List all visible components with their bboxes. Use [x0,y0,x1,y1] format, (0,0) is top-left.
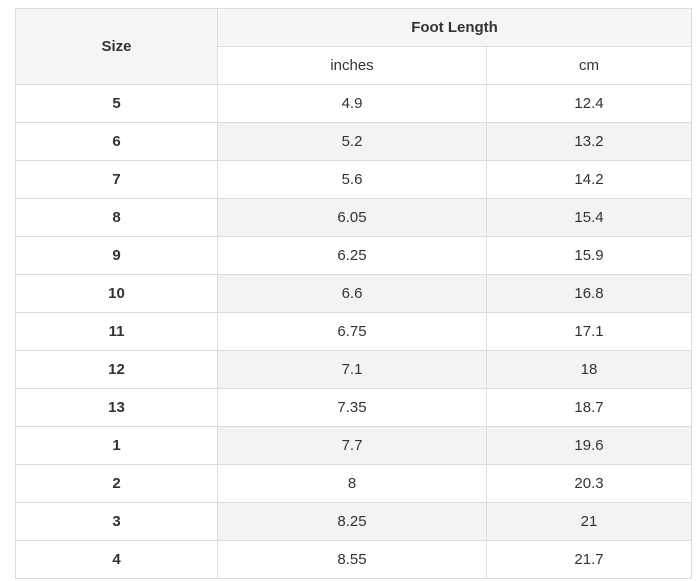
table-row: 10 6.6 16.8 [15,274,693,313]
table-row: 12 7.1 18 [15,350,693,389]
table-row: 11 6.75 17.1 [15,312,693,351]
table-row: 3 8.25 21 [15,502,693,541]
size-column-header: Size [15,8,218,85]
size-cell: 13 [15,388,218,427]
cm-cell: 21 [485,502,693,541]
inches-cell: 7.7 [217,426,487,465]
size-cell: 11 [15,312,218,351]
cm-cell: 15.9 [485,236,693,275]
cm-column-header: cm [485,46,693,85]
table-row: 7 5.6 14.2 [15,160,693,199]
size-cell: 7 [15,160,218,199]
table-row: 1 7.7 19.6 [15,426,693,465]
inches-cell: 8 [217,464,487,503]
size-cell: 5 [15,84,218,123]
table-row: 5 4.9 12.4 [15,84,693,123]
cm-cell: 17.1 [485,312,693,351]
cm-cell: 21.7 [485,540,693,579]
size-cell: 6 [15,122,218,161]
inches-cell: 5.2 [217,122,487,161]
table-row: 8 6.05 15.4 [15,198,693,237]
table-row: 4 8.55 21.7 [15,540,693,579]
size-cell: 3 [15,502,218,541]
inches-cell: 4.9 [217,84,487,123]
size-chart-body: 5 4.9 12.4 6 5.2 13.2 7 5.6 14.2 8 6.05 15.4 9 6.25 15… [15,84,693,579]
size-cell: 10 [15,274,218,313]
cm-cell: 13.2 [485,122,693,161]
inches-cell: 6.75 [217,312,487,351]
cm-cell: 18 [485,350,693,389]
foot-length-header: Foot Length [216,8,693,47]
cm-cell: 16.8 [485,274,693,313]
cm-cell: 15.4 [485,198,693,237]
inches-cell: 7.1 [217,350,487,389]
size-cell: 8 [15,198,218,237]
table-row: 6 5.2 13.2 [15,122,693,161]
cm-cell: 20.3 [485,464,693,503]
inches-cell: 8.25 [217,502,487,541]
size-chart-table: Size Foot Length inches cm 5 4.9 12.4 6 5.2 1… [15,8,693,579]
cm-cell: 18.7 [485,388,693,427]
inches-cell: 6.05 [217,198,487,237]
inches-cell: 6.6 [217,274,487,313]
size-cell: 1 [15,426,218,465]
size-cell: 9 [15,236,218,275]
inches-cell: 7.35 [217,388,487,427]
inches-cell: 6.25 [217,236,487,275]
inches-column-header: inches [217,46,487,85]
cm-cell: 14.2 [485,160,693,199]
table-row: 2 8 20.3 [15,464,693,503]
size-cell: 12 [15,350,218,389]
inches-cell: 5.6 [217,160,487,199]
inches-cell: 8.55 [217,540,487,579]
size-cell: 4 [15,540,218,579]
size-cell: 2 [15,464,218,503]
table-row: 9 6.25 15.9 [15,236,693,275]
cm-cell: 19.6 [485,426,693,465]
cm-cell: 12.4 [485,84,693,123]
table-row: 13 7.35 18.7 [15,388,693,427]
